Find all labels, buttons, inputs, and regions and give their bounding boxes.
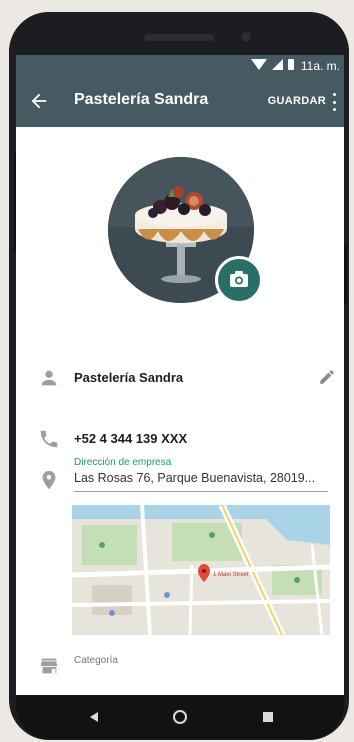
phone-icon bbox=[40, 430, 58, 448]
business-name: Pastelería Sandra bbox=[74, 370, 184, 385]
map-pin-label: 1 Main Street bbox=[213, 572, 249, 578]
more-vert-icon[interactable] bbox=[333, 93, 337, 111]
earpiece-speaker bbox=[144, 34, 214, 41]
front-camera bbox=[241, 32, 251, 42]
back-arrow-icon[interactable] bbox=[28, 90, 50, 112]
nav-back-icon[interactable] bbox=[88, 711, 100, 723]
map-preview[interactable]: 1 Main Street bbox=[72, 505, 330, 635]
status-icons bbox=[251, 59, 294, 70]
screen: 11a. m. Pastelería Sandra GUARDAR Pastel… bbox=[16, 55, 344, 695]
phone-number: +52 4 344 139 XXX bbox=[74, 431, 188, 446]
edit-icon[interactable] bbox=[318, 368, 336, 386]
save-button[interactable]: GUARDAR bbox=[268, 95, 326, 107]
battery-icon bbox=[288, 59, 294, 70]
signal-icon bbox=[272, 59, 283, 70]
camera-icon bbox=[230, 271, 248, 287]
wifi-icon bbox=[251, 59, 267, 70]
status-bar: 11a. m. bbox=[16, 55, 344, 77]
nav-home-icon[interactable] bbox=[172, 709, 188, 725]
person-icon bbox=[41, 370, 57, 386]
address-field[interactable]: Las Rosas 76, Parque Buenavista, 28019..… bbox=[74, 471, 328, 492]
phone-frame: 11a. m. Pastelería Sandra GUARDAR Pastel… bbox=[9, 12, 349, 740]
system-nav-bar bbox=[16, 695, 344, 739]
nav-recents-icon[interactable] bbox=[262, 711, 274, 723]
store-icon bbox=[40, 658, 58, 674]
location-icon bbox=[42, 470, 56, 490]
app-bar: Pastelería Sandra GUARDAR bbox=[16, 77, 344, 127]
status-time: 11a. m. bbox=[300, 59, 340, 73]
category-label: Categoría bbox=[74, 655, 118, 666]
change-photo-button[interactable] bbox=[215, 256, 263, 304]
app-bar-title: Pastelería Sandra bbox=[74, 91, 209, 108]
address-label: Dirección de empresa bbox=[74, 457, 172, 468]
